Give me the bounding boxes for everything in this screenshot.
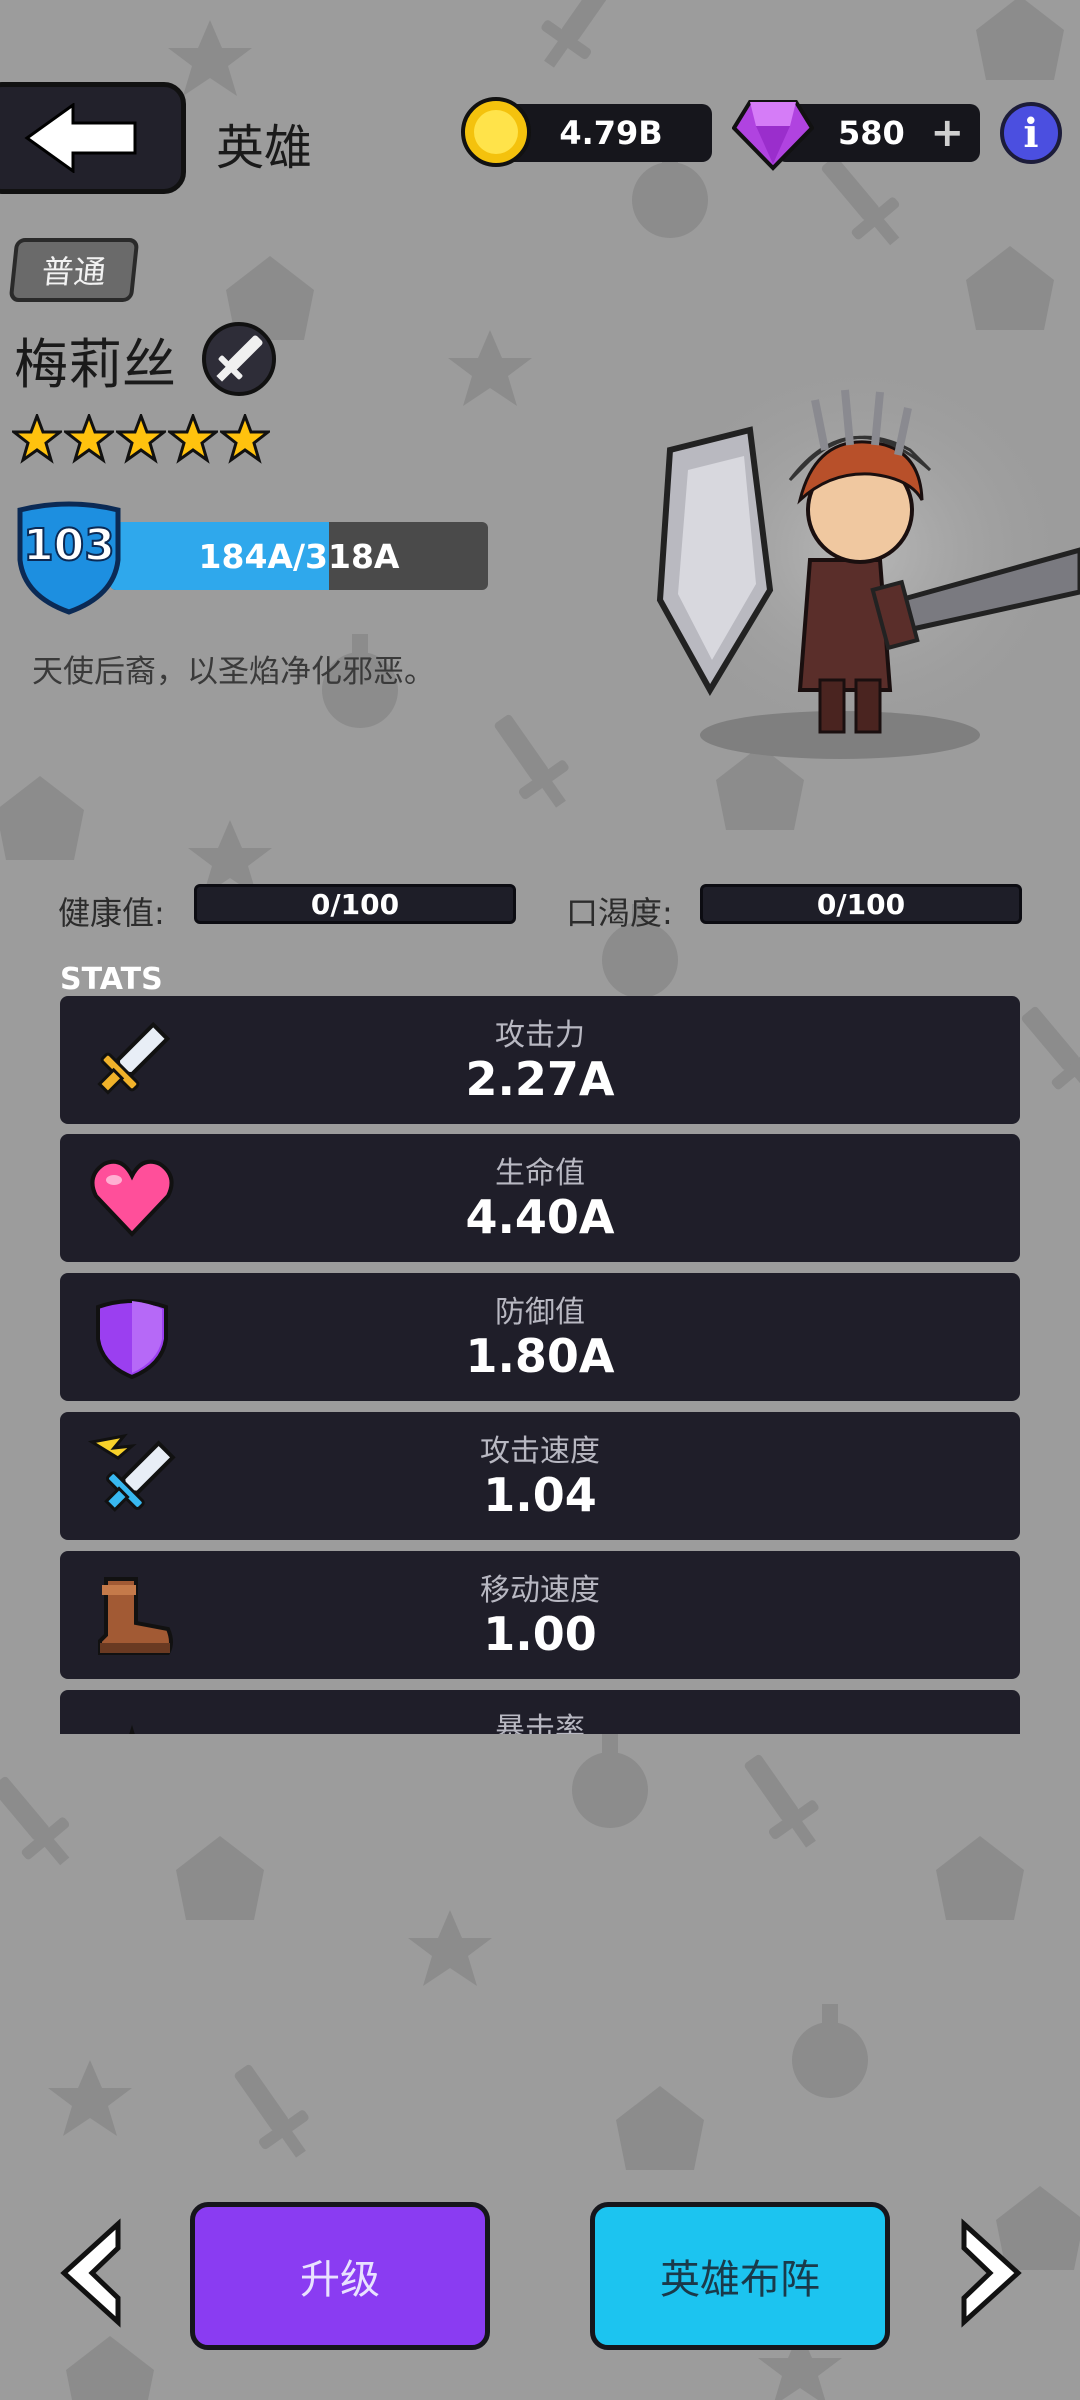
stat-label: 生命值 bbox=[495, 1156, 585, 1191]
hero-level: 103 bbox=[22, 519, 116, 572]
stat-value: 1.04 bbox=[483, 1468, 597, 1522]
add-gems-button[interactable]: + bbox=[930, 110, 964, 156]
gem-icon bbox=[732, 100, 814, 171]
arrow-left-icon bbox=[24, 103, 137, 173]
upgrade-button[interactable]: 升级 bbox=[190, 2202, 490, 2350]
star-icon bbox=[168, 414, 218, 464]
health-label: 健康值: bbox=[58, 894, 165, 932]
stats-heading: STATS bbox=[60, 962, 163, 997]
hero-name: 梅莉丝 bbox=[14, 333, 176, 396]
coin-icon bbox=[461, 97, 531, 167]
experience-bar: 184A/318A bbox=[110, 522, 488, 590]
stat-label: 攻击力 bbox=[495, 1018, 585, 1053]
star-icon bbox=[64, 414, 114, 464]
stat-card-defense: 防御值 1.80A bbox=[60, 1273, 1020, 1401]
star-icon bbox=[12, 414, 62, 464]
previous-hero-button[interactable] bbox=[58, 2218, 124, 2328]
star-rating bbox=[12, 414, 270, 470]
sword-icon bbox=[202, 322, 276, 396]
thirst-label: 口渴度: bbox=[566, 894, 673, 932]
screen-title: 英雄 bbox=[216, 120, 313, 176]
gem-amount: 580 bbox=[838, 114, 905, 152]
stat-card-move-speed: 移动速度 1.00 bbox=[60, 1551, 1020, 1679]
stat-label: 攻击速度 bbox=[480, 1434, 600, 1469]
stats-list[interactable]: 攻击力 2.27A 生命值 4.40A 防御值 1.80A 攻击速度 1.04 bbox=[60, 996, 1020, 1734]
star-icon bbox=[220, 414, 270, 464]
stat-card-crit: 暴击率 bbox=[60, 1690, 1020, 1734]
stat-value: 1.00 bbox=[483, 1607, 597, 1661]
next-hero-button[interactable] bbox=[958, 2218, 1024, 2328]
rarity-badge: 普通 bbox=[8, 238, 140, 302]
stat-value: 2.27A bbox=[465, 1052, 615, 1106]
stat-card-hp: 生命值 4.40A bbox=[60, 1134, 1020, 1262]
stat-card-attack: 攻击力 2.27A bbox=[60, 996, 1020, 1124]
experience-text: 184A/318A bbox=[198, 536, 400, 576]
health-bar: 0/100 bbox=[194, 884, 516, 924]
star-icon bbox=[116, 414, 166, 464]
back-button[interactable] bbox=[0, 82, 186, 194]
stat-label: 移动速度 bbox=[480, 1573, 600, 1608]
thirst-bar: 0/100 bbox=[700, 884, 1022, 924]
info-button[interactable]: i bbox=[1000, 102, 1062, 164]
hero-portrait bbox=[640, 360, 1080, 759]
stat-value: 4.40A bbox=[465, 1190, 615, 1244]
formation-button[interactable]: 英雄布阵 bbox=[590, 2202, 890, 2350]
stat-label: 暴击率 bbox=[495, 1712, 585, 1734]
stat-card-attack-speed: 攻击速度 1.04 bbox=[60, 1412, 1020, 1540]
coin-amount: 4.79B bbox=[559, 114, 663, 152]
stat-label: 防御值 bbox=[495, 1295, 585, 1330]
hero-description: 天使后裔，以圣焰净化邪恶。 bbox=[32, 654, 435, 690]
stat-value: 1.80A bbox=[465, 1329, 615, 1383]
